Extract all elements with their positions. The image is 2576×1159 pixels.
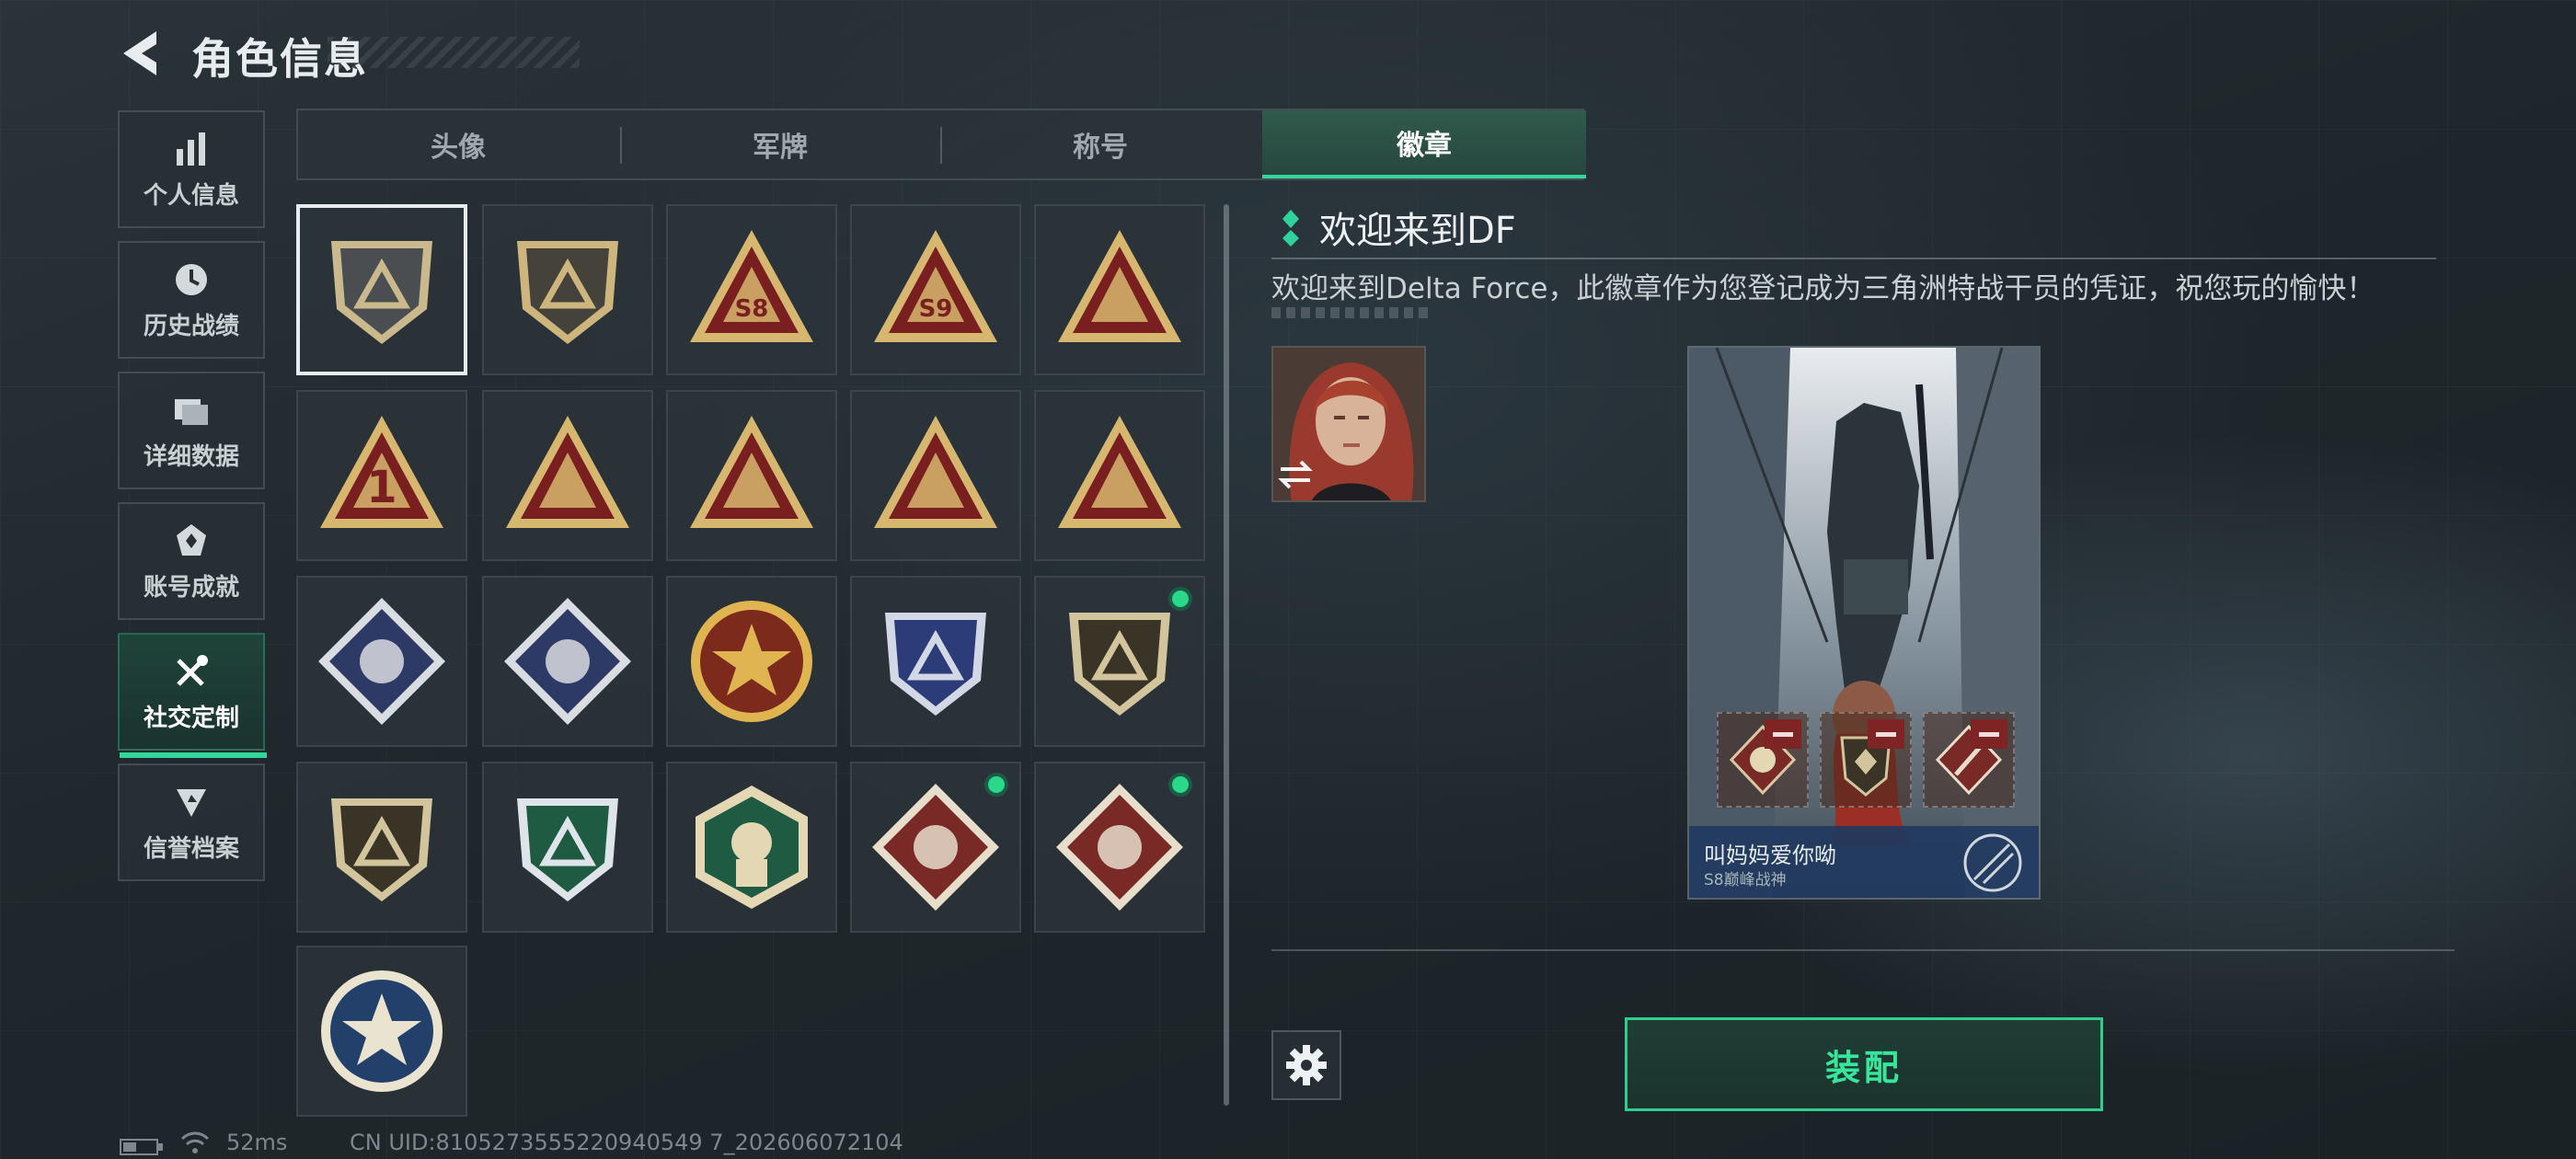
badge-cell-launcher-emblem[interactable] <box>482 576 653 747</box>
new-indicator-dot <box>1168 587 1192 611</box>
wifi-icon <box>180 1131 210 1153</box>
nav-item-personal-info[interactable]: 个人信息 <box>118 110 265 228</box>
badge-cell-s9-emblem[interactable]: S9 <box>850 204 1021 375</box>
nav-label: 社交定制 <box>143 704 239 732</box>
swap-icon[interactable] <box>1277 456 1314 493</box>
title-decoration <box>328 37 580 68</box>
svg-text:S9: S9 <box>919 295 953 323</box>
remove-badge-button[interactable] <box>1868 719 1904 749</box>
settings-button[interactable] <box>1271 1030 1341 1100</box>
nav-item-detailed-data[interactable]: 详细数据 <box>118 372 265 489</box>
equip-button[interactable]: 装配 <box>1625 1017 2103 1111</box>
badge-cell-fighter-emblem[interactable] <box>666 762 837 933</box>
horse-emblem-icon <box>872 784 999 911</box>
trophy-icon <box>177 523 206 556</box>
nav-label: 账号成就 <box>143 573 239 602</box>
gem-shield-emblem-icon <box>1069 613 1170 716</box>
badge-cell-helicopter-emblem[interactable] <box>482 204 653 375</box>
faded-subtext <box>1271 307 1433 318</box>
bar-chart-icon <box>177 132 205 166</box>
badge-cell-nest-emblem[interactable] <box>1034 204 1205 375</box>
badge-cell-star-emblem[interactable] <box>666 576 837 747</box>
squad-emblem-icon <box>1058 416 1181 528</box>
badge-cell-number-one-emblem[interactable]: 1 <box>296 390 467 561</box>
new-indicator-dot <box>984 773 1008 797</box>
s9-emblem-icon: S9 <box>874 230 997 342</box>
wing-shield-emblem-icon <box>885 613 986 716</box>
ping-readout: 52ms <box>226 1130 288 1155</box>
tools-icon <box>177 654 208 686</box>
badge-cell-usb-emblem[interactable] <box>482 390 653 561</box>
badge-cell-wing-shield-emblem[interactable] <box>850 576 1021 747</box>
svg-text:S8: S8 <box>735 295 769 323</box>
helicopter-emblem-icon <box>517 241 618 344</box>
remove-badge-button[interactable] <box>1971 719 2007 749</box>
s8-emblem-icon: S8 <box>690 230 813 342</box>
divider <box>1271 258 2436 259</box>
player-card[interactable] <box>1687 346 2041 900</box>
back-icon[interactable] <box>118 28 164 79</box>
badge-description: 欢迎来到Delta Force，此徽章作为您登记成为三角洲特战干员的凭证，祝您玩… <box>1271 272 2375 305</box>
nav-item-social-customization[interactable]: 社交定制 <box>118 633 267 758</box>
folder-icon <box>175 398 208 425</box>
tab-bar: 头像 军牌 称号 徽章 <box>296 109 1586 180</box>
player-name: 叫妈妈爱你呦 <box>1704 843 1836 868</box>
badge-cell-target-emblem[interactable] <box>482 762 653 933</box>
target-emblem-icon <box>517 798 618 901</box>
badge-cell-gem-shield-emblem[interactable] <box>1034 576 1205 747</box>
number-one-emblem-icon: 1 <box>320 416 443 528</box>
battery-icon <box>120 1139 163 1155</box>
badge-cell-tools-emblem[interactable] <box>1034 762 1205 933</box>
nav-item-reputation[interactable]: 信誉档案 <box>118 763 265 881</box>
badge-cell-s8-emblem[interactable]: S8 <box>666 204 837 375</box>
hands-emblem-icon <box>874 416 997 528</box>
usb-emblem-icon <box>506 416 629 528</box>
user-uid: CN UID:8105273555220940549 7_20260607210… <box>350 1130 903 1155</box>
new-indicator-dot <box>1168 773 1192 797</box>
badge-cell-delta-emblem[interactable] <box>296 204 467 375</box>
camera-emblem-icon <box>321 970 443 1092</box>
nav-label: 信誉档案 <box>143 834 239 863</box>
tab-badge[interactable]: 徽章 <box>1262 110 1586 178</box>
divider <box>1271 949 2455 951</box>
diamond-icon <box>1282 210 1299 247</box>
svg-text:1: 1 <box>366 462 397 513</box>
launcher-emblem-icon <box>504 598 631 725</box>
tab-dog-tag[interactable]: 军牌 <box>620 110 940 178</box>
star-emblem-icon <box>691 601 812 722</box>
equipped-slot-3[interactable] <box>1923 712 2015 808</box>
active-indicator <box>120 752 267 758</box>
badge-cell-rose-emblem[interactable] <box>296 576 467 747</box>
badge-cell-soldier-emblem[interactable] <box>666 390 837 561</box>
badge-cell-rifle-emblem[interactable] <box>296 762 467 933</box>
delta-emblem-icon <box>331 241 432 344</box>
equipped-slot-2[interactable] <box>1820 712 1912 808</box>
nav-label: 详细数据 <box>143 442 239 471</box>
badge-cell-camera-emblem[interactable] <box>296 946 467 1117</box>
nav-item-match-history[interactable]: 历史战绩 <box>118 241 265 359</box>
remove-badge-button[interactable] <box>1765 719 1801 749</box>
fighter-emblem-icon <box>696 786 808 909</box>
equipped-slot-1[interactable] <box>1717 712 1809 808</box>
nest-emblem-icon <box>1058 230 1181 342</box>
nav-label: 历史战绩 <box>143 312 239 340</box>
badge-cell-squad-emblem[interactable] <box>1034 390 1205 561</box>
badge-cell-hands-emblem[interactable] <box>850 390 1021 561</box>
rifle-emblem-icon <box>331 798 432 901</box>
tab-avatar[interactable]: 头像 <box>298 110 618 178</box>
tools-emblem-icon <box>1056 784 1183 911</box>
nav-item-achievements[interactable]: 账号成就 <box>118 502 265 620</box>
scrollbar[interactable] <box>1224 204 1229 1106</box>
soldier-emblem-icon <box>690 416 813 528</box>
rose-emblem-icon <box>318 598 445 725</box>
badge-cell-horse-emblem[interactable] <box>850 762 1021 933</box>
badge-title: 欢迎来到DF <box>1319 210 1516 252</box>
shield-arrow-icon <box>177 788 206 817</box>
clock-icon <box>176 263 207 295</box>
player-rank-title: S8巅峰战神 <box>1704 871 1787 889</box>
nav-label: 个人信息 <box>143 181 239 210</box>
tab-title[interactable]: 称号 <box>940 110 1260 178</box>
gear-icon <box>1286 1045 1327 1085</box>
